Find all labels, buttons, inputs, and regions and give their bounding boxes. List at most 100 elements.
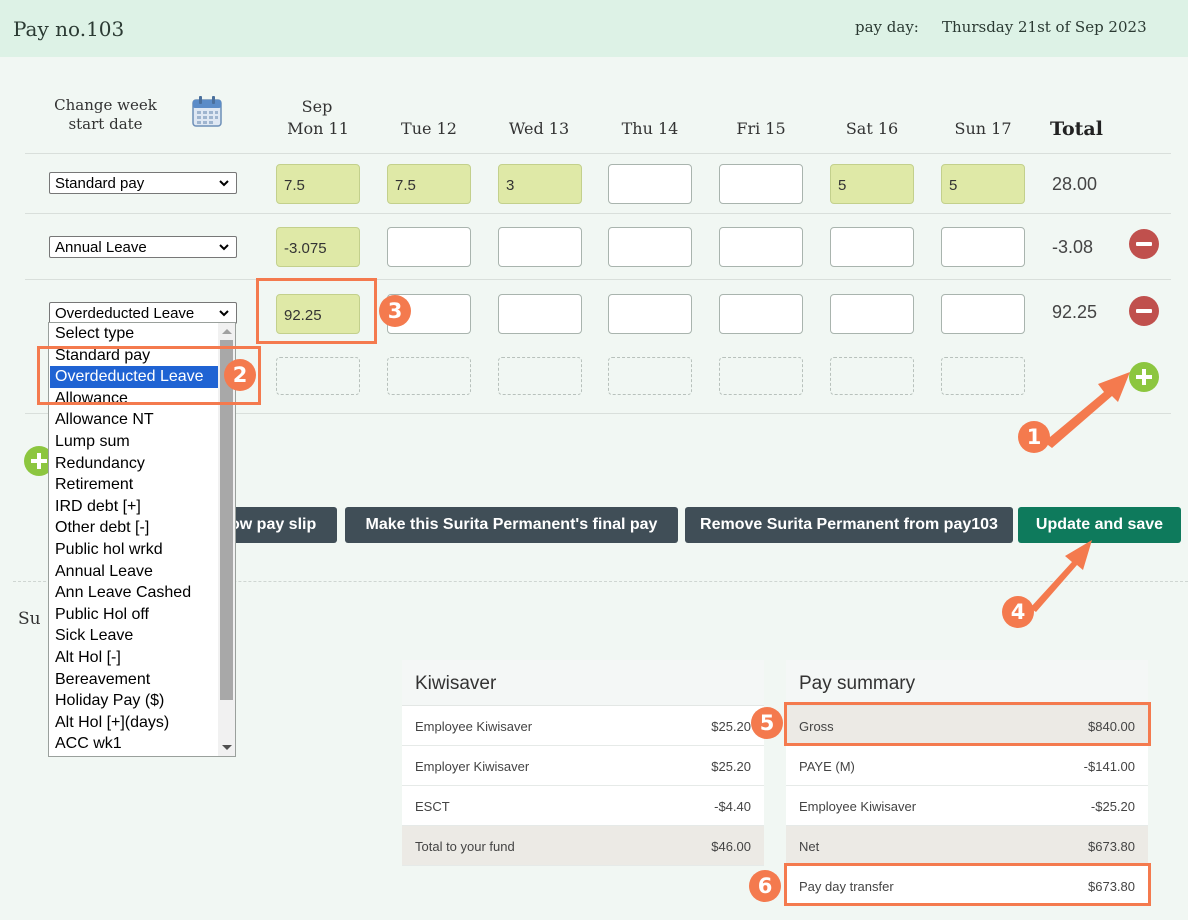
row-label: ESCT: [415, 799, 450, 814]
payday-value: Thursday 21st of Sep 2023: [942, 18, 1147, 36]
hours-input[interactable]: [608, 164, 692, 204]
row-divider: [25, 279, 1171, 280]
day-header: Sat 16: [845, 119, 899, 138]
final-pay-label: Make this Surita Permanent's final pay: [365, 516, 658, 533]
hours-input[interactable]: [719, 227, 803, 267]
change-week-label[interactable]: Change week start date: [48, 96, 163, 134]
hours-input-empty[interactable]: [498, 357, 582, 395]
kiwisaver-panel: Kiwisaver Employee Kiwisaver $25.20 Emplo…: [402, 660, 764, 866]
hours-input-empty[interactable]: [387, 357, 471, 395]
dropdown-option[interactable]: Other debt [-]: [50, 517, 218, 539]
hours-input-empty[interactable]: [608, 357, 692, 395]
hours-input[interactable]: 5: [830, 164, 914, 204]
hours-input[interactable]: [608, 227, 692, 267]
hours-input[interactable]: [941, 294, 1025, 334]
pay-type-select[interactable]: Annual Leave: [49, 236, 237, 258]
hours-input[interactable]: 3: [498, 164, 582, 204]
remove-row-icon[interactable]: [1129, 229, 1159, 259]
row-value: -$4.40: [714, 799, 751, 814]
highlight-box-payday-transfer: [784, 863, 1151, 906]
scroll-up-icon[interactable]: [222, 329, 232, 334]
row-value: $673.80: [1088, 839, 1135, 854]
dropdown-option[interactable]: Public hol wrkd: [50, 539, 218, 561]
dropdown-option[interactable]: Allowance NT: [50, 409, 218, 431]
remove-from-pay-label: Remove Surita Permanent from pay103: [700, 516, 998, 533]
day-header: Mon 11: [287, 119, 349, 138]
row-value: $25.20: [711, 719, 751, 734]
dropdown-option[interactable]: Alt Hol [-]: [50, 647, 218, 669]
day-header: Fri 15: [736, 119, 786, 138]
hours-input[interactable]: [608, 294, 692, 334]
hours-input[interactable]: [830, 227, 914, 267]
highlight-box-gross: [784, 702, 1151, 746]
row-value: -$25.20: [1090, 799, 1135, 814]
row-divider: [25, 153, 1171, 154]
dropdown-option[interactable]: Select type: [50, 323, 218, 345]
hours-input[interactable]: 7.5: [387, 164, 471, 204]
hours-input[interactable]: [830, 294, 914, 334]
show-payslip-label: ow pay slip: [230, 516, 317, 533]
chevron-down-icon: [219, 180, 229, 187]
hours-input[interactable]: 5: [941, 164, 1025, 204]
hours-input[interactable]: [387, 227, 471, 267]
hours-input-empty[interactable]: [830, 357, 914, 395]
hours-input-empty[interactable]: [719, 357, 803, 395]
table-row: Employee Kiwisaver -$25.20: [786, 786, 1148, 826]
hours-input[interactable]: [498, 294, 582, 334]
dropdown-option[interactable]: Redundancy: [50, 453, 218, 475]
dropdown-option[interactable]: Retirement: [50, 474, 218, 496]
dropdown-option[interactable]: Holiday Pay ($): [50, 690, 218, 712]
table-row: Employer Kiwisaver $25.20: [402, 746, 764, 786]
pay-type-select[interactable]: Standard pay: [49, 172, 237, 194]
page-title: Pay no.103: [13, 17, 125, 41]
dropdown-option[interactable]: Lump sum: [50, 431, 218, 453]
row-total: 92.25: [1052, 302, 1098, 322]
table-row: Employee Kiwisaver $25.20: [402, 706, 764, 746]
row-value: -$141.00: [1083, 759, 1135, 774]
table-row: Net $673.80: [786, 826, 1148, 866]
row-value: $46.00: [711, 839, 751, 854]
remove-from-pay-button[interactable]: Remove Surita Permanent from pay103: [685, 507, 1013, 543]
hours-input[interactable]: -3.075: [276, 227, 360, 267]
hours-input[interactable]: [941, 227, 1025, 267]
step-badge: 2: [224, 359, 256, 391]
step-badge: 3: [379, 295, 411, 327]
hours-input[interactable]: [719, 294, 803, 334]
day-header: Sun 17: [954, 119, 1012, 138]
chevron-down-icon: [219, 244, 229, 251]
dropdown-option[interactable]: Public Hol off: [50, 604, 218, 626]
row-divider: [25, 213, 1171, 214]
dropdown-option[interactable]: IRD debt [+]: [50, 496, 218, 518]
row-label: PAYE (M): [799, 759, 855, 774]
scroll-down-icon[interactable]: [222, 745, 232, 750]
row-value: $25.20: [711, 759, 751, 774]
dropdown-option[interactable]: ACC wk1: [50, 733, 218, 755]
step-badge: 5: [751, 707, 783, 739]
remove-row-icon[interactable]: [1129, 296, 1159, 326]
dropdown-option[interactable]: Alt Hol [+](days): [50, 712, 218, 734]
final-pay-button[interactable]: Make this Surita Permanent's final pay: [345, 507, 678, 543]
hours-input[interactable]: 7.5: [276, 164, 360, 204]
highlight-box-hours-cell: [256, 278, 377, 344]
pay-type-value: Standard pay: [55, 175, 145, 192]
hours-input-empty[interactable]: [276, 357, 360, 395]
total-header: Total: [1050, 118, 1103, 140]
dropdown-option[interactable]: Annual Leave: [50, 561, 218, 583]
calendar-icon[interactable]: [192, 95, 222, 127]
hours-input[interactable]: [719, 164, 803, 204]
row-label: Total to your fund: [415, 839, 515, 854]
row-label: Employee Kiwisaver: [415, 719, 533, 734]
table-row: ESCT -$4.40: [402, 786, 764, 826]
dropdown-option[interactable]: Bereavement: [50, 669, 218, 691]
dropdown-option[interactable]: Sick Leave: [50, 625, 218, 647]
row-label: Net: [799, 839, 820, 854]
row-total: 28.00: [1052, 174, 1098, 194]
hours-input[interactable]: [498, 227, 582, 267]
dropdown-option[interactable]: Ann Leave Cashed: [50, 582, 218, 604]
day-header: Tue 12: [401, 119, 457, 138]
kiwisaver-title: Kiwisaver: [402, 660, 764, 706]
summary-heading: Su: [18, 609, 41, 629]
pay-summary-title: Pay summary: [786, 660, 1148, 706]
pay-type-select[interactable]: Overdeducted Leave: [49, 302, 237, 324]
chevron-down-icon: [219, 310, 229, 317]
